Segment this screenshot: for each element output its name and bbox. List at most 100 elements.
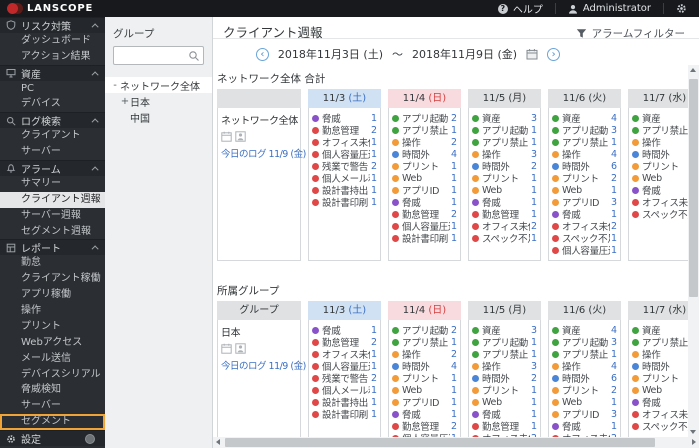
alarm-count-link[interactable]: 2 <box>611 221 617 232</box>
alarm-count-link[interactable]: 1 <box>531 397 537 408</box>
alarm-count-link[interactable]: 1 <box>611 245 617 256</box>
alarm-count-link[interactable]: 1 <box>451 337 457 348</box>
scroll-up-icon[interactable] <box>690 68 696 72</box>
collapse-icon[interactable]: - <box>110 80 120 91</box>
today-log-link[interactable]: 今日のログ 11/9 (金) <box>221 358 306 372</box>
alarm-count-link[interactable]: 2 <box>451 325 457 336</box>
alarm-count-link[interactable]: 2 <box>451 349 457 360</box>
alarm-count-link[interactable]: 1 <box>371 173 377 184</box>
sidebar-section-settings[interactable]: 設定 <box>0 430 105 446</box>
sidebar-section-asset[interactable]: 資産 <box>0 64 105 81</box>
alarm-count-link[interactable]: 1 <box>371 113 377 124</box>
scroll-down-icon[interactable] <box>690 430 696 434</box>
alarm-count-link[interactable]: 2 <box>451 421 457 432</box>
alarm-count-link[interactable]: 1 <box>531 233 537 244</box>
horizontal-scroll-thumb[interactable] <box>225 438 655 447</box>
alarm-count-link[interactable]: 3 <box>611 337 617 348</box>
sidebar-item[interactable]: サマリー <box>0 176 105 192</box>
tree-node[interactable]: 中国 <box>105 109 212 125</box>
alarm-count-link[interactable]: 1 <box>531 385 537 396</box>
alarm-count-link[interactable]: 1 <box>371 385 377 396</box>
alarm-count-link[interactable]: 3 <box>611 197 617 208</box>
alarm-count-link[interactable]: 3 <box>531 113 537 124</box>
alarm-count-link[interactable]: 1 <box>531 409 537 420</box>
alarm-count-link[interactable]: 1 <box>451 397 457 408</box>
sidebar-item[interactable]: デバイス <box>0 96 105 112</box>
alarm-count-link[interactable]: 1 <box>371 149 377 160</box>
alarm-count-link[interactable]: 3 <box>531 325 537 336</box>
alarm-count-link[interactable]: 1 <box>611 397 617 408</box>
vertical-scrollbar[interactable] <box>688 65 699 437</box>
alarm-count-link[interactable]: 1 <box>611 421 617 432</box>
alarm-count-link[interactable]: 1 <box>611 185 617 196</box>
sidebar-item[interactable]: メール送信 <box>0 351 105 367</box>
scroll-left-icon[interactable] <box>216 439 220 445</box>
sidebar-item[interactable]: PC <box>0 81 105 97</box>
sidebar-item[interactable]: Webアクセス <box>0 335 105 351</box>
alarm-filter-button[interactable]: アラームフィルター <box>576 26 685 41</box>
alarm-count-link[interactable]: 2 <box>611 173 617 184</box>
alarm-count-link[interactable]: 1 <box>531 197 537 208</box>
sidebar-item[interactable]: クライアント週報 <box>0 191 105 208</box>
alarm-count-link[interactable]: 1 <box>531 137 537 148</box>
sidebar-section-risk[interactable]: リスク対策 <box>0 17 105 33</box>
alarm-count-link[interactable]: 1 <box>451 233 457 244</box>
calendar-picker-button[interactable] <box>526 48 538 60</box>
alarm-count-link[interactable]: 1 <box>531 349 537 360</box>
alarm-count-link[interactable]: 1 <box>611 233 617 244</box>
sidebar-item[interactable]: セグメント週報 <box>0 224 105 240</box>
alarm-count-link[interactable]: 2 <box>531 221 537 232</box>
alarm-count-link[interactable]: 1 <box>371 325 377 336</box>
alarm-count-link[interactable]: 2 <box>371 161 377 172</box>
alarm-count-link[interactable]: 2 <box>371 337 377 348</box>
alarm-count-link[interactable]: 1 <box>371 409 377 420</box>
alarm-count-link[interactable]: 1 <box>531 125 537 136</box>
calendar-icon[interactable] <box>221 131 232 142</box>
alarm-count-link[interactable]: 1 <box>371 397 377 408</box>
alarm-count-link[interactable]: 1 <box>451 221 457 232</box>
user-icon[interactable] <box>235 131 246 142</box>
alarm-count-link[interactable]: 1 <box>451 373 457 384</box>
alarm-count-link[interactable]: 1 <box>531 421 537 432</box>
alarm-count-link[interactable]: 2 <box>451 137 457 148</box>
sidebar-section-report[interactable]: レポート <box>0 239 105 255</box>
alarm-count-link[interactable]: 4 <box>611 113 617 124</box>
alarm-count-link[interactable]: 1 <box>451 173 457 184</box>
sidebar-item[interactable]: 勤怠 <box>0 255 105 271</box>
alarm-count-link[interactable]: 1 <box>371 361 377 372</box>
next-week-icon[interactable]: › <box>547 47 561 61</box>
alarm-count-link[interactable]: 1 <box>371 137 377 148</box>
user-menu[interactable]: Administrator <box>556 0 663 17</box>
alarm-count-link[interactable]: 1 <box>371 197 377 208</box>
alarm-count-link[interactable]: 1 <box>451 385 457 396</box>
sidebar-item[interactable]: セグメント <box>0 414 105 430</box>
alarm-count-link[interactable]: 6 <box>611 161 617 172</box>
alarm-count-link[interactable]: 4 <box>611 361 617 372</box>
sidebar-item[interactable]: デバイスシリアル <box>0 367 105 383</box>
sidebar-item[interactable]: アプリ稼働 <box>0 287 105 303</box>
alarm-count-link[interactable]: 1 <box>451 185 457 196</box>
alarm-count-link[interactable]: 1 <box>531 173 537 184</box>
alarm-count-link[interactable]: 1 <box>371 185 377 196</box>
help-button[interactable]: ? ヘルプ <box>486 0 555 17</box>
calendar-icon[interactable] <box>221 343 232 354</box>
sidebar-item[interactable]: サーバー <box>0 398 105 414</box>
sidebar-item[interactable]: サーバー週報 <box>0 208 105 224</box>
sidebar-item[interactable]: サーバー <box>0 144 105 160</box>
sidebar-section-log-search[interactable]: ログ検索 <box>0 112 105 128</box>
tree-node[interactable]: - ネットワーク全体 <box>105 77 212 93</box>
alarm-count-link[interactable]: 1 <box>531 185 537 196</box>
alarm-count-link[interactable]: 2 <box>371 125 377 136</box>
expand-icon[interactable]: + <box>120 96 130 107</box>
sidebar-item[interactable]: ダッシュボード <box>0 33 105 49</box>
tree-node[interactable]: + 日本 <box>105 93 212 109</box>
alarm-count-link[interactable]: 2 <box>531 161 537 172</box>
alarm-count-link[interactable]: 1 <box>531 337 537 348</box>
alarm-count-link[interactable]: 1 <box>611 349 617 360</box>
sidebar-item[interactable]: プリント <box>0 319 105 335</box>
alarm-count-link[interactable]: 1 <box>451 125 457 136</box>
alarm-count-link[interactable]: 1 <box>451 409 457 420</box>
alarm-count-link[interactable]: 3 <box>611 125 617 136</box>
sidebar-item[interactable]: 脅威検知 <box>0 382 105 398</box>
alarm-count-link[interactable]: 1 <box>611 209 617 220</box>
